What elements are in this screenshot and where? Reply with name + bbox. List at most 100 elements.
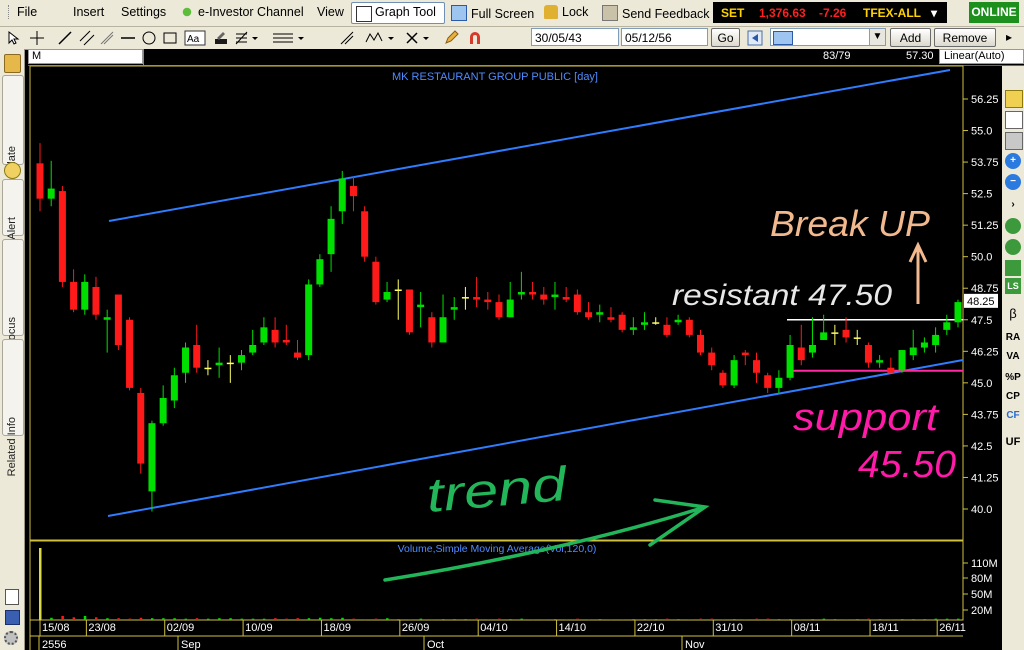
trend-tool-icon[interactable] [339, 30, 355, 46]
parallel-line-icon[interactable] [79, 30, 95, 46]
lock-icon [544, 5, 558, 19]
ray-line-icon[interactable] [99, 30, 115, 46]
scroll-right-icon[interactable]: › [1005, 197, 1021, 213]
menu-e-investor-channel[interactable]: e-Investor Channel [180, 5, 304, 19]
menu-file-label: File [17, 5, 38, 19]
volume-bar [251, 618, 255, 620]
pointer-icon[interactable] [5, 30, 21, 46]
tab-related-info[interactable]: Related Info [2, 339, 24, 476]
zigzag-tool-icon[interactable] [365, 30, 395, 46]
indicator-icon[interactable] [1005, 260, 1021, 276]
delete-drawing-icon[interactable] [405, 30, 431, 46]
candle-body [148, 423, 156, 492]
line-style-icon[interactable] [271, 30, 305, 46]
candle-body [641, 322, 649, 325]
menu-send-feedback[interactable]: Send Feedback [602, 5, 710, 21]
tool-cp[interactable]: CP [1005, 389, 1021, 405]
volume-tick-label: 20M [971, 605, 992, 617]
volume-bar [150, 618, 154, 620]
print-icon[interactable] [1005, 132, 1023, 150]
tool-va[interactable]: VA [1005, 349, 1021, 365]
menu-full-screen[interactable]: Full Screen [451, 5, 534, 21]
edit-tool-icon[interactable] [1005, 90, 1023, 108]
end-date-field[interactable]: 05/12/56 [621, 28, 708, 46]
fibonacci-tool-icon[interactable] [235, 30, 259, 46]
candle-body [876, 360, 884, 363]
properties-icon[interactable] [1005, 111, 1023, 129]
candle-body [58, 191, 66, 282]
remove-button[interactable]: Remove [934, 28, 996, 47]
menu-lock[interactable]: Lock [544, 5, 588, 19]
volume-bar [486, 619, 490, 620]
candle-body [685, 319, 693, 335]
volume-bar [419, 618, 423, 620]
line-tool-icon[interactable] [57, 30, 73, 46]
toolbar-more-icon[interactable]: ▸ [1006, 30, 1012, 44]
crosshair-icon[interactable] [29, 30, 45, 46]
volume-bar [128, 618, 132, 620]
menu-insert[interactable]: Insert [73, 5, 104, 19]
settings-gear-icon[interactable] [4, 631, 18, 645]
annotation-break-up: Break UP [770, 203, 930, 244]
candle-body [943, 322, 951, 330]
chart-title: MK RESTAURANT GROUP PUBLIC [day] [392, 71, 598, 83]
menu-graph-tool[interactable]: Graph Tool [351, 2, 445, 24]
pencil-icon[interactable] [443, 30, 459, 46]
zoom-fit-icon[interactable] [1005, 218, 1021, 234]
tool-uf[interactable]: UF [1005, 434, 1021, 450]
menu-file[interactable]: File [8, 5, 37, 19]
save-icon[interactable] [5, 610, 20, 625]
candle-body [920, 342, 928, 348]
price-chart[interactable]: 56.25 55.0 53.75 52.5 51.25 50.0 48.75 47.5 46.2… [0, 0, 1024, 650]
tab-alert[interactable]: Alert [2, 179, 24, 240]
symbol-field[interactable]: M [28, 49, 143, 64]
candle-body [909, 347, 917, 356]
candle-body [697, 334, 705, 353]
new-document-icon[interactable] [5, 589, 19, 605]
annotation-up-arrow [908, 241, 928, 304]
tool-percent-p[interactable]: %P [1005, 370, 1021, 386]
tool-cf[interactable]: CF [1005, 408, 1021, 424]
candle-body [260, 327, 268, 343]
annotation-support-level: 45.50 [858, 444, 956, 486]
menu-settings[interactable]: Settings [121, 5, 166, 19]
graph-toolbar: Aa 30/05/43 05/12/56 Go ▼ Add Remove ▸ [0, 27, 1024, 50]
add-button[interactable]: Add [890, 28, 931, 47]
status-badge: ONLINE [969, 2, 1019, 23]
candle-body [585, 312, 593, 318]
volume-bar [408, 619, 411, 620]
zoom-range-icon[interactable] [1005, 239, 1021, 255]
scale-mode-field[interactable]: Linear(Auto) [939, 49, 1024, 64]
volume-bar [520, 618, 523, 620]
candle-body [495, 302, 503, 318]
zoom-in-icon[interactable]: + [1005, 153, 1021, 169]
y-tick-label: 52.5 [971, 189, 992, 201]
last-price-value: 48.25 [967, 296, 995, 308]
alert-icon[interactable] [4, 162, 21, 179]
tool-beta[interactable]: β [1005, 306, 1021, 322]
tool-ls[interactable]: LS [1005, 278, 1021, 294]
tab-stock-focus[interactable]: Stock Focus [2, 239, 24, 378]
candle-body [719, 372, 727, 386]
start-date-field[interactable]: 30/05/43 [531, 28, 619, 46]
symbol-select[interactable]: ▼ [770, 28, 886, 46]
template-icon[interactable] [4, 54, 21, 73]
magnet-icon[interactable] [467, 30, 483, 46]
zoom-out-icon[interactable]: − [1005, 174, 1021, 190]
symbol-select-arrow-icon[interactable]: ▼ [869, 29, 885, 45]
tab-template[interactable]: Template [2, 75, 24, 191]
horizontal-line-icon[interactable] [120, 30, 136, 46]
volume-bar [912, 619, 915, 620]
rectangle-tool-icon[interactable] [162, 30, 178, 46]
ticker-dropdown-icon[interactable]: ▾ [931, 6, 937, 20]
tool-ra[interactable]: RA [1005, 330, 1021, 346]
go-button[interactable]: Go [711, 28, 740, 47]
annotation-support: support [793, 397, 940, 439]
color-tool-icon[interactable] [213, 30, 229, 46]
y-tick-label: 53.75 [971, 157, 999, 169]
back-icon[interactable] [747, 30, 763, 46]
circle-tool-icon[interactable] [141, 30, 157, 46]
text-tool-icon[interactable]: Aa [184, 30, 206, 46]
menu-view[interactable]: View [317, 5, 344, 19]
annotation-resistant: resistant 47.50 [672, 279, 892, 312]
